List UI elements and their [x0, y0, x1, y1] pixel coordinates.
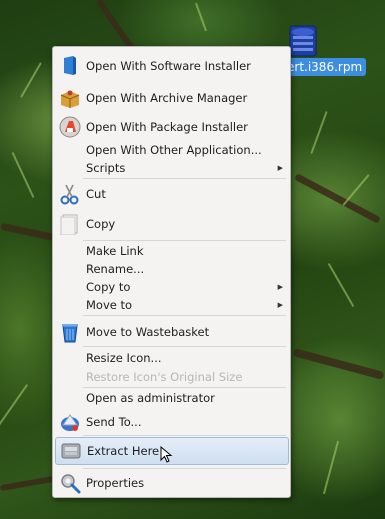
menu-separator	[83, 315, 286, 316]
menu-item-move-to[interactable]: Move to ▶	[55, 296, 289, 314]
rpm-file-icon[interactable]	[287, 24, 319, 58]
menu-item-properties[interactable]: Properties	[55, 470, 289, 496]
menu-item-label: Resize Icon...	[86, 351, 162, 365]
extract-icon	[60, 440, 82, 462]
scissors-icon	[59, 183, 81, 205]
menu-item-scripts[interactable]: Scripts ▶	[55, 159, 289, 177]
properties-icon	[59, 472, 81, 494]
file-name-label[interactable]: ert.i386.rpm	[283, 58, 367, 76]
menu-item-make-link[interactable]: Make Link	[55, 242, 289, 260]
submenu-arrow-icon: ▶	[277, 301, 283, 309]
menu-item-label: Rename...	[86, 262, 145, 276]
menu-separator	[83, 346, 286, 347]
menu-item-label: Move to	[86, 298, 133, 312]
submenu-arrow-icon: ▶	[277, 283, 283, 291]
menu-item-open-as-administrator[interactable]: Open as administrator	[55, 389, 289, 407]
context-menu: Open With Software Installer Open With A…	[52, 46, 291, 498]
menu-separator	[83, 178, 286, 179]
menu-item-label: Scripts	[86, 161, 126, 175]
menu-item-label: Send To...	[86, 415, 142, 429]
menu-item-open-with-software-installer[interactable]: Open With Software Installer	[55, 53, 289, 79]
menu-item-rename[interactable]: Rename...	[55, 260, 289, 278]
menu-item-cut[interactable]: Cut	[55, 181, 289, 207]
menu-item-label: Make Link	[86, 244, 144, 258]
menu-item-label: Cut	[86, 187, 106, 201]
menu-separator	[83, 435, 286, 436]
send-to-icon	[59, 411, 81, 433]
menu-item-label: Open With Package Installer	[86, 120, 248, 134]
copy-icon	[59, 213, 81, 236]
software-installer-icon	[59, 55, 81, 77]
menu-item-move-to-wastebasket[interactable]: Move to Wastebasket	[55, 319, 289, 345]
menu-separator	[83, 468, 286, 469]
menu-item-resize-icon[interactable]: Resize Icon...	[55, 349, 289, 367]
menu-item-open-with-other-application[interactable]: Open With Other Application...	[55, 141, 289, 159]
menu-item-label: Copy to	[86, 280, 131, 294]
menu-item-label: Open as administrator	[86, 391, 215, 405]
menu-item-send-to[interactable]: Send To...	[55, 409, 289, 435]
menu-item-restore-icon-size: Restore Icon's Original Size	[55, 368, 289, 386]
menu-item-label: Extract Here	[87, 444, 160, 458]
mouse-pointer-icon	[160, 445, 174, 468]
menu-item-label: Copy	[86, 217, 116, 231]
menu-item-label: Properties	[86, 476, 145, 490]
menu-item-label: Move to Wastebasket	[86, 325, 210, 339]
menu-separator	[83, 240, 286, 241]
menu-item-copy-to[interactable]: Copy to ▶	[55, 278, 289, 296]
trash-icon	[59, 321, 81, 343]
menu-item-label: Open With Software Installer	[86, 59, 251, 73]
menu-item-open-with-archive-manager[interactable]: Open With Archive Manager	[55, 85, 289, 111]
menu-item-copy[interactable]: Copy	[55, 211, 289, 237]
menu-item-label: Open With Archive Manager	[86, 91, 248, 105]
menu-item-open-with-package-installer[interactable]: Open With Package Installer	[55, 114, 289, 140]
package-installer-icon	[59, 116, 81, 138]
menu-item-label: Open With Other Application...	[86, 143, 262, 157]
menu-item-label: Restore Icon's Original Size	[86, 370, 243, 384]
archive-manager-icon	[59, 87, 81, 109]
submenu-arrow-icon: ▶	[277, 164, 283, 172]
menu-separator	[83, 387, 286, 388]
